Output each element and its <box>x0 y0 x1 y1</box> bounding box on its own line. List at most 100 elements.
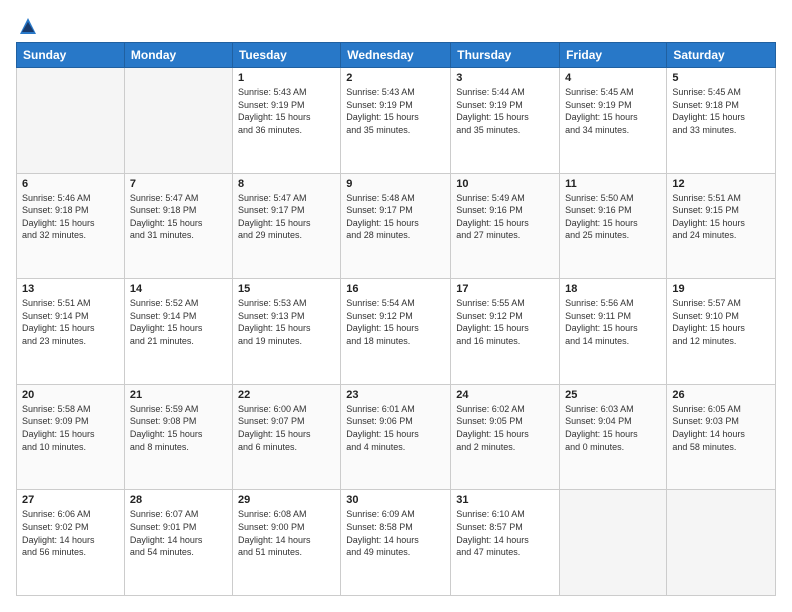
calendar-cell: 23 Sunrise: 6:01 AM Sunset: 9:06 PM Dayli… <box>341 384 451 490</box>
calendar-cell <box>124 68 232 174</box>
calendar-cell: 24 Sunrise: 6:02 AM Sunset: 9:05 PM Dayli… <box>451 384 560 490</box>
calendar-cell: 8Sunrise: 5:47 AM Sunset: 9:17 PM Daylig… <box>232 173 340 279</box>
day-info: Sunrise: 6:05 AM Sunset: 9:03 PM Dayligh… <box>672 403 770 453</box>
day-info: Sunrise: 6:07 AM Sunset: 9:01 PM Dayligh… <box>130 508 227 558</box>
day-number: 6 <box>22 178 119 190</box>
day-number: 17 <box>456 283 554 295</box>
logo-icon <box>18 16 38 36</box>
calendar-cell: 7 Sunrise: 5:47 AM Sunset: 9:18 PM Daylig… <box>124 173 232 279</box>
day-number: 14 <box>130 283 227 295</box>
day-number: 1 <box>238 72 335 84</box>
day-number: 23 <box>346 389 445 401</box>
day-number: 29 <box>238 494 335 506</box>
weekday-header: Saturday <box>667 43 776 68</box>
day-info: Sunrise: 5:43 AM Sunset: 9:19 PM Dayligh… <box>238 86 335 136</box>
day-info: Sunrise: 5:44 AM Sunset: 9:19 PM Dayligh… <box>456 86 554 136</box>
day-number: 5 <box>672 72 770 84</box>
calendar-cell: 29 Sunrise: 6:08 AM Sunset: 9:00 PM Dayli… <box>232 490 340 596</box>
calendar-cell <box>667 490 776 596</box>
calendar-cell: 28 Sunrise: 6:07 AM Sunset: 9:01 PM Dayli… <box>124 490 232 596</box>
calendar-cell: 4 Sunrise: 5:45 AM Sunset: 9:19 PM Daylig… <box>560 68 667 174</box>
day-info: Sunrise: 5:53 AM Sunset: 9:13 PM Dayligh… <box>238 297 335 347</box>
day-info: Sunrise: 5:45 AM Sunset: 9:19 PM Dayligh… <box>565 86 661 136</box>
calendar-cell: 6 Sunrise: 5:46 AM Sunset: 9:18 PM Daylig… <box>17 173 125 279</box>
calendar-cell: 17 Sunrise: 5:55 AM Sunset: 9:12 PM Dayli… <box>451 279 560 385</box>
calendar-week-row: 13 Sunrise: 5:51 AM Sunset: 9:14 PM Dayli… <box>17 279 776 385</box>
day-info: Sunrise: 6:08 AM Sunset: 9:00 PM Dayligh… <box>238 508 335 558</box>
weekday-header: Monday <box>124 43 232 68</box>
weekday-header-row: SundayMondayTuesdayWednesdayThursdayFrid… <box>17 43 776 68</box>
day-info: Sunrise: 5:54 AM Sunset: 9:12 PM Dayligh… <box>346 297 445 347</box>
header <box>16 16 776 32</box>
day-info: Sunrise: 6:02 AM Sunset: 9:05 PM Dayligh… <box>456 403 554 453</box>
calendar-cell: 2 Sunrise: 5:43 AM Sunset: 9:19 PM Daylig… <box>341 68 451 174</box>
day-number: 13 <box>22 283 119 295</box>
calendar-cell: 21 Sunrise: 5:59 AM Sunset: 9:08 PM Dayli… <box>124 384 232 490</box>
calendar-cell: 16 Sunrise: 5:54 AM Sunset: 9:12 PM Dayli… <box>341 279 451 385</box>
day-info: Sunrise: 5:52 AM Sunset: 9:14 PM Dayligh… <box>130 297 227 347</box>
calendar-cell: 25 Sunrise: 6:03 AM Sunset: 9:04 PM Dayli… <box>560 384 667 490</box>
calendar-cell: 22 Sunrise: 6:00 AM Sunset: 9:07 PM Dayli… <box>232 384 340 490</box>
day-number: 8 <box>238 178 335 190</box>
calendar-cell: 3 Sunrise: 5:44 AM Sunset: 9:19 PM Daylig… <box>451 68 560 174</box>
weekday-header: Friday <box>560 43 667 68</box>
calendar-cell: 5 Sunrise: 5:45 AM Sunset: 9:18 PM Daylig… <box>667 68 776 174</box>
day-info: Sunrise: 5:59 AM Sunset: 9:08 PM Dayligh… <box>130 403 227 453</box>
day-info: Sunrise: 5:49 AM Sunset: 9:16 PM Dayligh… <box>456 192 554 242</box>
calendar-week-row: 27Sunrise: 6:06 AM Sunset: 9:02 PM Dayli… <box>17 490 776 596</box>
day-number: 15 <box>238 283 335 295</box>
day-number: 25 <box>565 389 661 401</box>
day-number: 31 <box>456 494 554 506</box>
weekday-header: Sunday <box>17 43 125 68</box>
day-info: Sunrise: 5:45 AM Sunset: 9:18 PM Dayligh… <box>672 86 770 136</box>
day-info: Sunrise: 5:50 AM Sunset: 9:16 PM Dayligh… <box>565 192 661 242</box>
calendar-cell: 18Sunrise: 5:56 AM Sunset: 9:11 PM Dayli… <box>560 279 667 385</box>
weekday-header: Tuesday <box>232 43 340 68</box>
calendar-cell: 26 Sunrise: 6:05 AM Sunset: 9:03 PM Dayli… <box>667 384 776 490</box>
day-info: Sunrise: 6:01 AM Sunset: 9:06 PM Dayligh… <box>346 403 445 453</box>
day-number: 10 <box>456 178 554 190</box>
day-number: 26 <box>672 389 770 401</box>
day-number: 3 <box>456 72 554 84</box>
day-info: Sunrise: 6:09 AM Sunset: 8:58 PM Dayligh… <box>346 508 445 558</box>
day-number: 22 <box>238 389 335 401</box>
weekday-header: Wednesday <box>341 43 451 68</box>
calendar-cell: 27Sunrise: 6:06 AM Sunset: 9:02 PM Dayli… <box>17 490 125 596</box>
calendar-cell: 31Sunrise: 6:10 AM Sunset: 8:57 PM Dayli… <box>451 490 560 596</box>
day-number: 24 <box>456 389 554 401</box>
day-number: 12 <box>672 178 770 190</box>
day-number: 2 <box>346 72 445 84</box>
calendar-cell: 12 Sunrise: 5:51 AM Sunset: 9:15 PM Dayli… <box>667 173 776 279</box>
day-number: 7 <box>130 178 227 190</box>
day-info: Sunrise: 5:51 AM Sunset: 9:15 PM Dayligh… <box>672 192 770 242</box>
calendar-cell: 9Sunrise: 5:48 AM Sunset: 9:17 PM Daylig… <box>341 173 451 279</box>
day-info: Sunrise: 5:47 AM Sunset: 9:18 PM Dayligh… <box>130 192 227 242</box>
weekday-header: Thursday <box>451 43 560 68</box>
day-info: Sunrise: 5:58 AM Sunset: 9:09 PM Dayligh… <box>22 403 119 453</box>
day-number: 27 <box>22 494 119 506</box>
calendar-cell <box>17 68 125 174</box>
day-number: 28 <box>130 494 227 506</box>
day-info: Sunrise: 5:55 AM Sunset: 9:12 PM Dayligh… <box>456 297 554 347</box>
logo <box>16 16 38 32</box>
day-number: 30 <box>346 494 445 506</box>
day-number: 4 <box>565 72 661 84</box>
calendar-cell: 14 Sunrise: 5:52 AM Sunset: 9:14 PM Dayli… <box>124 279 232 385</box>
day-number: 11 <box>565 178 661 190</box>
calendar-cell <box>560 490 667 596</box>
day-info: Sunrise: 5:43 AM Sunset: 9:19 PM Dayligh… <box>346 86 445 136</box>
day-number: 9 <box>346 178 445 190</box>
calendar-cell: 1 Sunrise: 5:43 AM Sunset: 9:19 PM Daylig… <box>232 68 340 174</box>
day-number: 21 <box>130 389 227 401</box>
day-info: Sunrise: 6:00 AM Sunset: 9:07 PM Dayligh… <box>238 403 335 453</box>
day-number: 16 <box>346 283 445 295</box>
calendar: SundayMondayTuesdayWednesdayThursdayFrid… <box>16 42 776 596</box>
day-info: Sunrise: 6:03 AM Sunset: 9:04 PM Dayligh… <box>565 403 661 453</box>
calendar-cell: 30 Sunrise: 6:09 AM Sunset: 8:58 PM Dayli… <box>341 490 451 596</box>
calendar-cell: 10 Sunrise: 5:49 AM Sunset: 9:16 PM Dayli… <box>451 173 560 279</box>
calendar-cell: 11 Sunrise: 5:50 AM Sunset: 9:16 PM Dayli… <box>560 173 667 279</box>
day-info: Sunrise: 5:51 AM Sunset: 9:14 PM Dayligh… <box>22 297 119 347</box>
day-info: Sunrise: 5:46 AM Sunset: 9:18 PM Dayligh… <box>22 192 119 242</box>
calendar-cell: 15 Sunrise: 5:53 AM Sunset: 9:13 PM Dayli… <box>232 279 340 385</box>
day-info: Sunrise: 5:57 AM Sunset: 9:10 PM Dayligh… <box>672 297 770 347</box>
